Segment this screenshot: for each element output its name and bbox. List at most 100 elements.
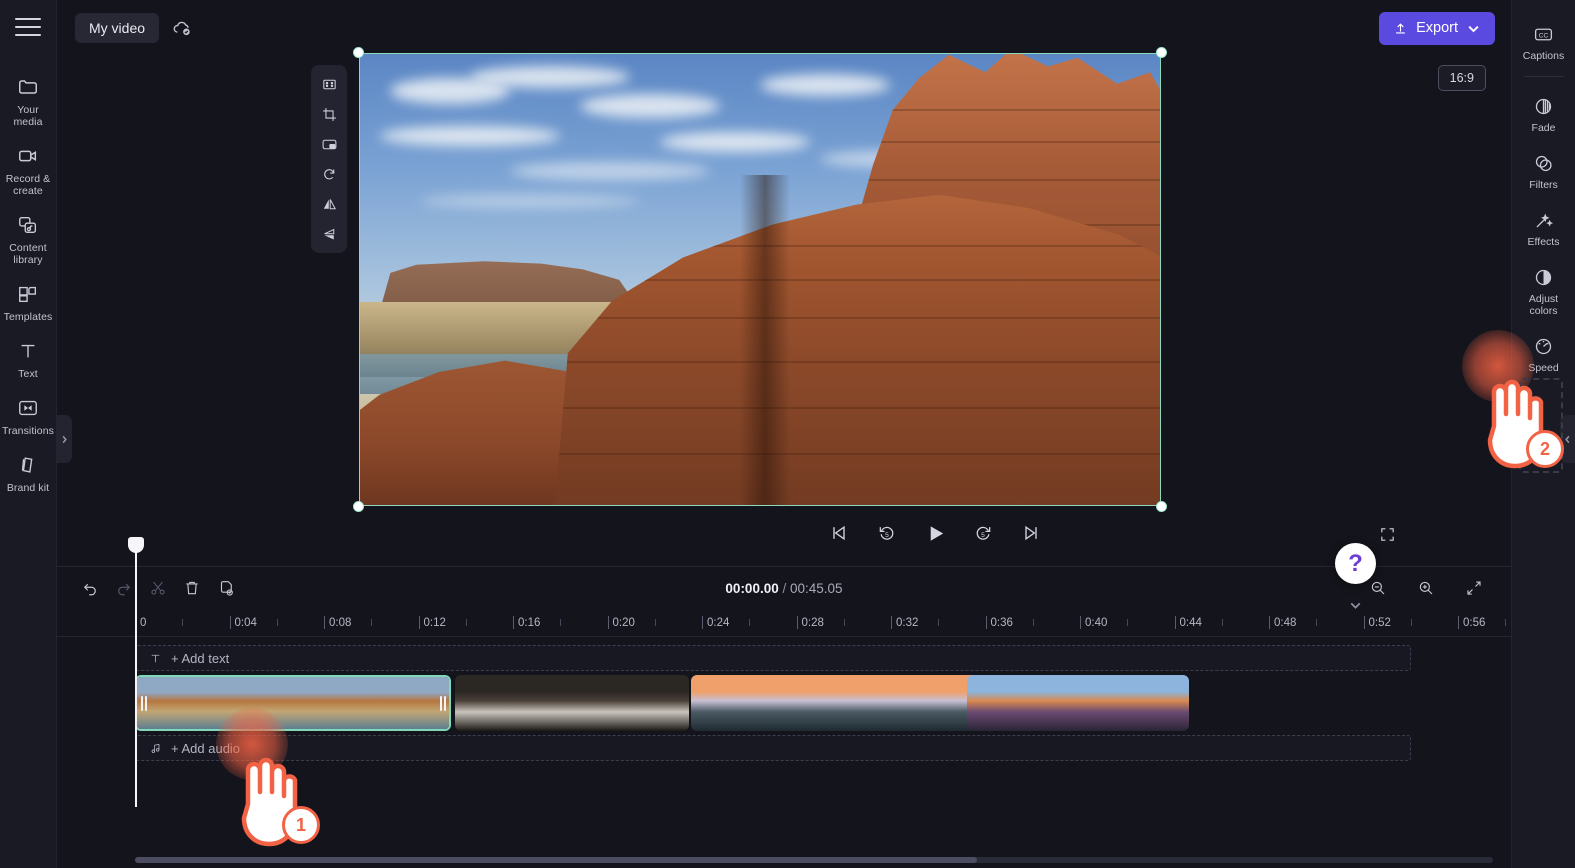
rail-item-fade[interactable]: Fade — [1512, 86, 1575, 143]
resize-handle-top-left[interactable] — [353, 47, 364, 58]
clip-thumbnail-frame — [838, 675, 887, 731]
audio-track: + Add audio — [57, 735, 1511, 761]
fullscreen-icon[interactable] — [1375, 522, 1399, 546]
transitions-icon — [16, 396, 40, 420]
ruler-label: 0:52 — [1368, 617, 1391, 629]
ruler-tick — [1174, 616, 1176, 629]
forward-5-icon[interactable]: 5 — [970, 520, 996, 546]
timeline-panel: 00:00.00 / 00:45.05 0 0:04 0:08 0:12 0:1… — [57, 537, 1511, 868]
rail-item-adjust-colors[interactable]: Adjust colors — [1512, 257, 1575, 326]
help-button[interactable]: ? — [1335, 543, 1376, 584]
flip-vertical-icon[interactable] — [315, 221, 343, 247]
hamburger-menu-icon[interactable] — [15, 18, 41, 36]
sidebar-item-label: Content library — [9, 242, 47, 266]
clip-thumbnails — [967, 675, 1189, 731]
playback-controls: 5 5 — [359, 511, 1511, 555]
ruler-tick — [1080, 616, 1081, 629]
aspect-ratio-badge[interactable]: 16:9 — [1437, 65, 1486, 91]
rail-item-filters[interactable]: Filters — [1512, 143, 1575, 200]
trash-icon[interactable] — [177, 573, 207, 603]
effects-wand-icon — [1532, 209, 1555, 232]
play-icon[interactable] — [922, 520, 948, 546]
sidebar-item-your-media[interactable]: Your media — [0, 66, 57, 135]
ruler-label: 0:16 — [518, 617, 541, 629]
undo-icon[interactable] — [75, 573, 105, 603]
clip-thumbnail-frame — [548, 675, 596, 731]
rail-item-captions[interactable]: CC Captions — [1512, 14, 1575, 71]
ruler-label: 0:28 — [801, 617, 824, 629]
help-collapse-chevron-icon[interactable] — [1347, 597, 1364, 614]
timeline-toolbar: 00:00.00 / 00:45.05 — [57, 567, 1511, 609]
clip-thumbnail-frame — [887, 675, 936, 731]
video-canvas[interactable] — [353, 47, 1167, 512]
export-button[interactable]: Export — [1379, 11, 1495, 45]
step-badge-2: 2 — [1526, 430, 1564, 468]
fit-screen-icon[interactable] — [315, 71, 343, 97]
time-separator: / — [782, 580, 787, 596]
clip-2-dark-rocks[interactable] — [455, 675, 689, 731]
sidebar-item-brand-kit[interactable]: Brand kit — [0, 444, 57, 501]
crop-icon[interactable] — [315, 101, 343, 127]
ruler-tick-minor — [749, 619, 751, 626]
scissors-icon[interactable] — [143, 573, 173, 603]
clip-1-desert-mesa[interactable] — [135, 675, 451, 731]
rail-item-speed[interactable]: Speed — [1512, 326, 1575, 383]
templates-icon — [16, 282, 40, 306]
rotate-icon[interactable] — [315, 161, 343, 187]
ruler-tick — [796, 616, 798, 629]
ruler-tick — [985, 616, 987, 629]
clip-thumbnails — [455, 675, 689, 731]
clip-thumbnails — [691, 675, 985, 731]
clip-thumbnail-frame — [1133, 675, 1189, 731]
ruler-label: 0:32 — [896, 617, 919, 629]
rail-item-label: Filters — [1529, 179, 1558, 191]
clip-3-misty-mountains[interactable] — [691, 675, 985, 731]
ruler-tick-minor — [371, 619, 373, 626]
timeline-playhead[interactable] — [128, 537, 144, 807]
content-library-icon — [16, 213, 40, 237]
ruler-tick — [229, 616, 231, 629]
skip-end-icon[interactable] — [1018, 520, 1044, 546]
project-title-input[interactable]: My video — [75, 13, 160, 43]
left-panel-collapse-toggle[interactable] — [57, 415, 72, 463]
sidebar-item-record-create[interactable]: Record & create — [0, 135, 57, 204]
add-audio-button[interactable]: + Add audio — [135, 735, 1411, 761]
rewind-5-icon[interactable]: 5 — [874, 520, 900, 546]
clip-thumbnail-frame — [345, 677, 397, 729]
sidebar-item-transitions[interactable]: Transitions — [0, 387, 57, 444]
ruler-tick-minor — [560, 619, 562, 626]
pip-icon[interactable] — [315, 131, 343, 157]
clip-thumbnail-frame — [455, 675, 502, 731]
sidebar-item-text[interactable]: Text — [0, 330, 57, 387]
add-audio-label: + Add audio — [171, 740, 241, 756]
sidebar-item-content-library[interactable]: Content library — [0, 204, 57, 273]
ruler-label: 0:56 — [1463, 617, 1486, 629]
zoom-in-icon[interactable] — [1411, 573, 1441, 603]
clip-4-sunset-peaks[interactable] — [967, 675, 1189, 731]
rail-item-effects[interactable]: Effects — [1512, 200, 1575, 257]
upload-icon — [1396, 22, 1405, 33]
svg-text:CC: CC — [1539, 32, 1549, 39]
skip-start-icon[interactable] — [826, 520, 852, 546]
resize-handle-top-right[interactable] — [1156, 47, 1167, 58]
trim-handle-right[interactable] — [436, 677, 449, 729]
add-text-button[interactable]: + Add text — [135, 645, 1411, 671]
sidebar-item-label: Text — [18, 368, 38, 380]
video-preview-frame[interactable] — [359, 53, 1161, 506]
rail-item-label: Adjust colors — [1528, 293, 1559, 317]
ruler-label: 0:24 — [707, 617, 730, 629]
fit-timeline-icon[interactable] — [1459, 573, 1489, 603]
timeline-ruler[interactable]: 0 0:04 0:08 0:12 0:16 0:20 0:24 0:28 0:32 0:36 0:4… — [57, 609, 1511, 637]
ruler-tick-minor — [1032, 619, 1034, 626]
timeline-horizontal-scrollbar[interactable] — [135, 857, 1493, 863]
playhead-knob[interactable] — [128, 537, 144, 553]
ruler-label: 0:48 — [1274, 617, 1297, 629]
clip-thumbnail-frame — [595, 675, 643, 731]
trim-handle-left[interactable] — [137, 677, 150, 729]
svg-text:5: 5 — [885, 532, 889, 539]
flip-horizontal-icon[interactable] — [315, 191, 343, 217]
cloud-saved-icon — [171, 17, 193, 39]
sidebar-item-templates[interactable]: Templates — [0, 273, 57, 330]
duplicate-icon[interactable] — [211, 573, 241, 603]
timeline-zoom-controls — [1363, 573, 1493, 603]
